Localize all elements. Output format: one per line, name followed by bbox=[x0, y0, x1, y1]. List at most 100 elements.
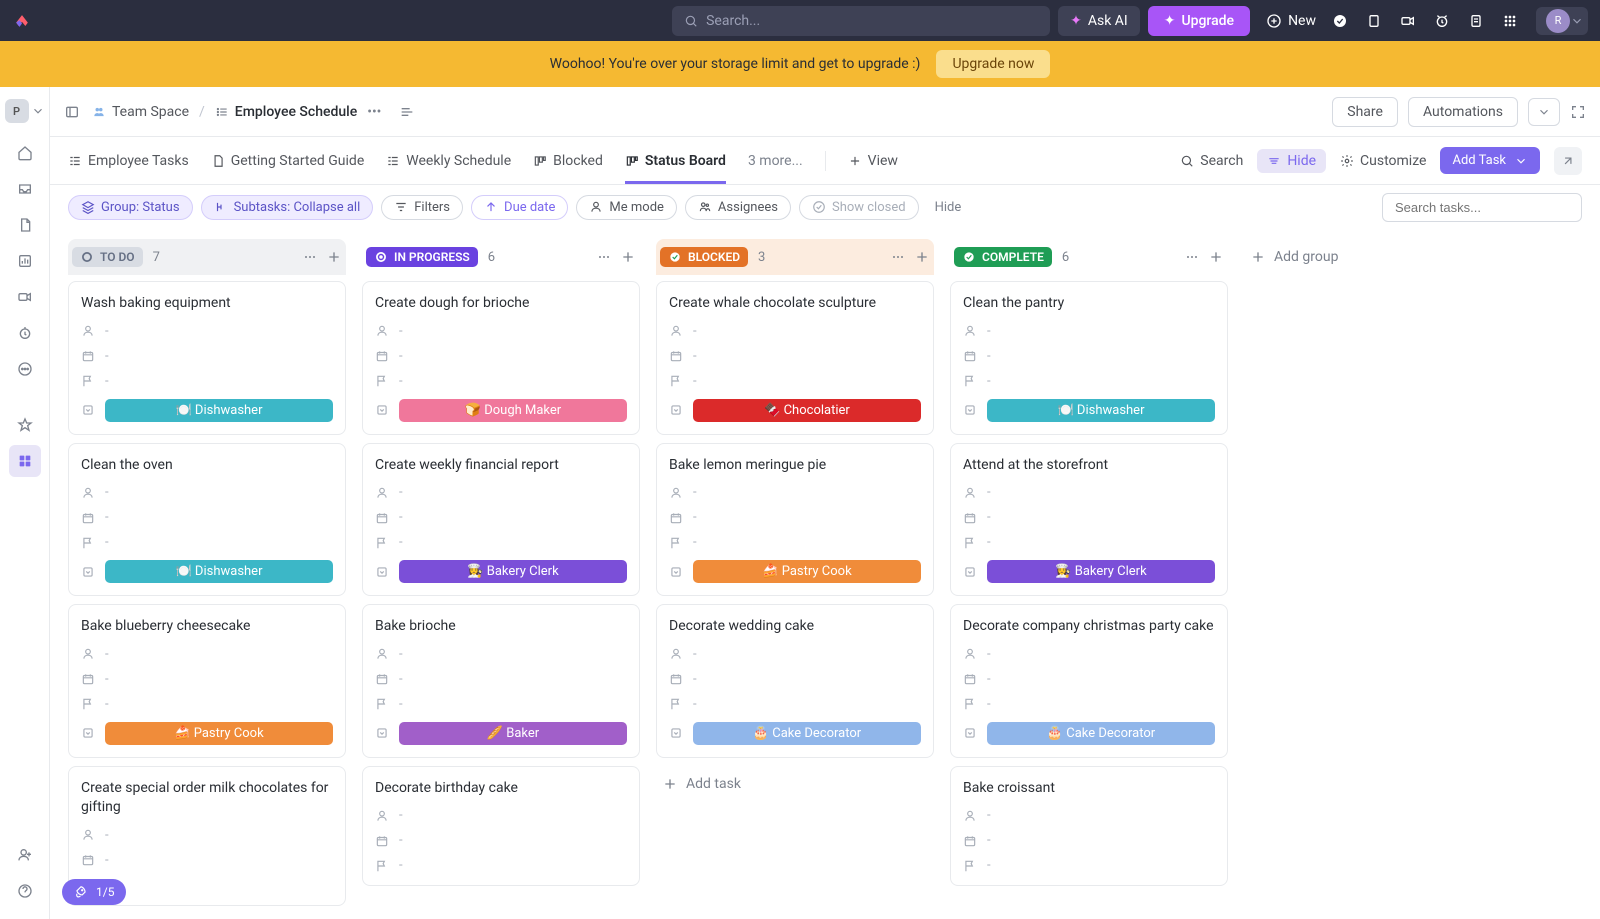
new-button[interactable]: New bbox=[1258, 13, 1324, 29]
expand-fullscreen-icon[interactable] bbox=[1570, 104, 1586, 120]
priority-row[interactable]: - bbox=[375, 374, 627, 389]
date-row[interactable]: - bbox=[669, 349, 921, 364]
spaces-icon[interactable] bbox=[9, 445, 41, 477]
filters-chip[interactable]: Filters bbox=[381, 195, 463, 220]
breadcrumb-space[interactable]: Team Space bbox=[92, 104, 189, 120]
share-button[interactable]: Share bbox=[1332, 97, 1398, 127]
assignee-row[interactable]: - bbox=[669, 647, 921, 662]
search-view-button[interactable]: Search bbox=[1180, 153, 1243, 169]
onboarding-progress[interactable]: 1/5 bbox=[62, 879, 126, 905]
role-tag[interactable]: 🍽️ Dishwasher bbox=[105, 399, 333, 422]
task-card[interactable]: Decorate birthday cake - - - bbox=[362, 766, 640, 887]
role-tag[interactable]: 🍽️ Dishwasher bbox=[105, 560, 333, 583]
hide-filters-button[interactable]: Hide bbox=[935, 200, 962, 215]
global-search[interactable]: Search... bbox=[672, 6, 1050, 36]
column-add-icon[interactable] bbox=[326, 249, 342, 265]
ask-ai-button[interactable]: ✦ Ask AI bbox=[1058, 6, 1140, 36]
date-row[interactable]: - bbox=[963, 833, 1215, 848]
role-tag[interactable]: 🍽️ Dishwasher bbox=[987, 399, 1215, 422]
dropdown-icon[interactable] bbox=[963, 726, 977, 740]
timesheets-icon[interactable] bbox=[9, 317, 41, 349]
clipboard-icon[interactable] bbox=[1366, 13, 1382, 29]
date-row[interactable]: - bbox=[81, 853, 333, 868]
app-logo[interactable] bbox=[12, 11, 32, 31]
task-card[interactable]: Bake croissant - - - bbox=[950, 766, 1228, 887]
role-tag[interactable]: 🎂 Cake Decorator bbox=[693, 722, 921, 745]
view-tab-weekly-schedule[interactable]: Weekly Schedule bbox=[386, 137, 511, 184]
assignee-row[interactable]: - bbox=[81, 828, 333, 843]
task-card[interactable]: Create whale chocolate sculpture - - - 🍫… bbox=[656, 281, 934, 435]
dropdown-icon[interactable] bbox=[375, 403, 389, 417]
assignees-chip[interactable]: Assignees bbox=[685, 195, 791, 220]
breadcrumb-page[interactable]: Employee Schedule bbox=[215, 104, 357, 120]
add-task-button[interactable]: Add Task bbox=[1440, 147, 1540, 174]
task-card[interactable]: Decorate company christmas party cake - … bbox=[950, 604, 1228, 758]
task-card[interactable]: Create weekly financial report - - - 👩‍🍳… bbox=[362, 443, 640, 597]
dropdown-icon[interactable] bbox=[81, 565, 95, 579]
clips-icon[interactable] bbox=[9, 281, 41, 313]
priority-row[interactable]: - bbox=[375, 858, 627, 873]
page-more-icon[interactable]: ••• bbox=[367, 104, 381, 120]
task-card[interactable]: Create dough for brioche - - - 🍞 Dough M… bbox=[362, 281, 640, 435]
dropdown-icon[interactable] bbox=[81, 403, 95, 417]
assignee-row[interactable]: - bbox=[963, 324, 1215, 339]
date-row[interactable]: - bbox=[375, 672, 627, 687]
view-tab-blocked[interactable]: Blocked bbox=[533, 137, 603, 184]
date-row[interactable]: - bbox=[669, 672, 921, 687]
favorites-icon[interactable] bbox=[9, 409, 41, 441]
show-closed-chip[interactable]: Show closed bbox=[799, 195, 919, 220]
view-tab-status-board[interactable]: Status Board bbox=[625, 137, 726, 184]
views-more[interactable]: 3 more... bbox=[748, 153, 803, 169]
help-icon[interactable] bbox=[9, 875, 41, 907]
view-tab-getting-started[interactable]: Getting Started Guide bbox=[211, 137, 365, 184]
home-icon[interactable] bbox=[9, 137, 41, 169]
dropdown-icon[interactable] bbox=[669, 565, 683, 579]
me-mode-chip[interactable]: Me mode bbox=[576, 195, 677, 220]
task-card[interactable]: Clean the pantry - - - 🍽️ Dishwasher bbox=[950, 281, 1228, 435]
user-menu[interactable]: R bbox=[1536, 7, 1588, 35]
task-card[interactable]: Attend at the storefront - - - 👩‍🍳 Baker… bbox=[950, 443, 1228, 597]
customize-button[interactable]: Customize bbox=[1340, 153, 1426, 169]
assignee-row[interactable]: - bbox=[963, 485, 1215, 500]
status-pill[interactable]: COMPLETE bbox=[954, 247, 1052, 267]
date-row[interactable]: - bbox=[375, 510, 627, 525]
assignee-row[interactable]: - bbox=[375, 324, 627, 339]
alarm-icon[interactable] bbox=[1434, 13, 1450, 29]
dropdown-icon[interactable] bbox=[375, 565, 389, 579]
status-pill[interactable]: IN PROGRESS bbox=[366, 247, 478, 267]
priority-row[interactable]: - bbox=[81, 535, 333, 550]
date-row[interactable]: - bbox=[81, 672, 333, 687]
date-row[interactable]: - bbox=[963, 349, 1215, 364]
view-tab-employee-tasks[interactable]: Employee Tasks bbox=[68, 137, 189, 184]
role-tag[interactable]: 🎂 Cake Decorator bbox=[987, 722, 1215, 745]
date-row[interactable]: - bbox=[81, 510, 333, 525]
automations-dropdown[interactable] bbox=[1528, 98, 1560, 126]
dropdown-icon[interactable] bbox=[81, 726, 95, 740]
invite-icon[interactable] bbox=[9, 839, 41, 871]
role-tag[interactable]: 🍰 Pastry Cook bbox=[693, 560, 921, 583]
assignee-row[interactable]: - bbox=[81, 485, 333, 500]
inbox-icon[interactable] bbox=[9, 173, 41, 205]
collapse-sidebar-icon[interactable] bbox=[64, 104, 80, 120]
assignee-row[interactable]: - bbox=[669, 324, 921, 339]
add-group-button[interactable]: Add group bbox=[1244, 239, 1344, 275]
notepad-icon[interactable] bbox=[1468, 13, 1484, 29]
column-more-icon[interactable] bbox=[302, 249, 318, 265]
due-date-chip[interactable]: Due date bbox=[471, 195, 568, 220]
subtasks-chip[interactable]: Subtasks: Collapse all bbox=[201, 195, 374, 220]
upgrade-now-button[interactable]: Upgrade now bbox=[936, 50, 1050, 78]
date-row[interactable]: - bbox=[669, 510, 921, 525]
assignee-row[interactable]: - bbox=[669, 485, 921, 500]
apps-icon[interactable] bbox=[1502, 13, 1518, 29]
upgrade-button[interactable]: ✦ Upgrade bbox=[1148, 6, 1250, 36]
assignee-row[interactable]: - bbox=[375, 485, 627, 500]
role-tag[interactable]: 🥖 Baker bbox=[399, 722, 627, 745]
priority-row[interactable]: - bbox=[669, 374, 921, 389]
column-more-icon[interactable] bbox=[1184, 249, 1200, 265]
date-row[interactable]: - bbox=[963, 510, 1215, 525]
workspace-switcher[interactable]: P bbox=[5, 99, 45, 123]
assignee-row[interactable]: - bbox=[81, 647, 333, 662]
assignee-row[interactable]: - bbox=[375, 647, 627, 662]
priority-row[interactable]: - bbox=[375, 535, 627, 550]
dashboards-icon[interactable] bbox=[9, 245, 41, 277]
